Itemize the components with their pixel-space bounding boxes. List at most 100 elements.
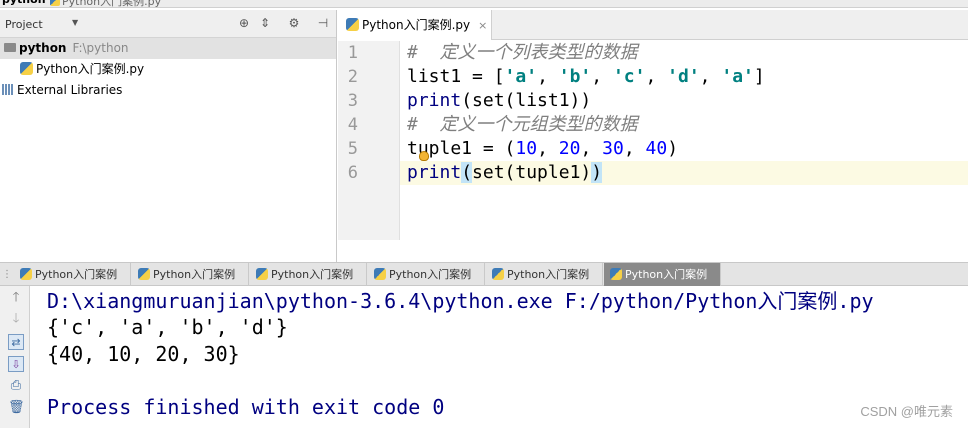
tree-item-label: python [19,41,67,55]
project-panel-header: Project ▼ ⊕ ⇕ ⚙ ⊣ [0,10,336,38]
tree-item-label: Python入门案例.py [36,62,145,76]
console-toolbar: 🡑 🡓 ⇄ ⇩ ⎙ 🗑 [0,286,30,428]
trash-icon[interactable]: 🗑 [8,400,25,416]
soft-wrap-icon[interactable]: ⇄ [8,334,24,350]
folder-icon [4,43,16,52]
python-file-icon [138,268,150,280]
number-token: 40 [645,138,668,159]
python-file-icon [50,0,60,6]
tree-item-external-libraries[interactable]: External Libraries [0,80,336,101]
drag-handle-icon[interactable]: ⋮ [0,263,12,286]
bracket-match-highlight: ( [461,162,473,183]
breadcrumb-root[interactable]: python [2,0,46,6]
run-tab-label: Python入门案例 [271,268,354,281]
chevron-down-icon[interactable]: ▼ [72,18,78,27]
line-number: 2 [347,67,358,87]
run-tab-label: Python入门案例 [153,268,236,281]
comma-token: , [591,66,613,87]
breadcrumb-file[interactable]: Python入门案例.py [62,0,161,7]
scroll-down-icon[interactable]: 🡓 [8,311,24,327]
line-number: 4 [347,115,358,135]
comma-token: , [580,138,603,159]
run-tab[interactable]: Python入门案例 [486,263,603,286]
run-tab-label: Python入门案例 [389,268,472,281]
target-icon[interactable]: ⊕ [237,16,251,30]
code-line-3: print(set(list1)) [407,89,591,113]
keyword-token: print [407,90,462,111]
run-tab-active[interactable]: Python入门案例 [604,263,721,286]
scroll-up-icon[interactable]: 🡑 [8,290,24,306]
python-file-icon [346,18,359,31]
line-number: 1 [347,43,358,63]
code-line-6: print(set(tuple1)) [407,161,603,185]
code-line-2: list1 = ['a', 'b', 'c', 'd', 'a'] [407,65,765,89]
run-tab-label: Python入门案例 [625,268,708,281]
run-tab[interactable]: Python入门案例 [368,263,485,286]
code-line-5: tuple1 = (10, 20, 30, 40) [407,137,678,161]
hide-panel-icon[interactable]: ⊣ [316,16,330,30]
console-output-line: {40, 10, 20, 30} [47,342,240,366]
run-tab-label: Python入门案例 [35,268,118,281]
gear-icon[interactable]: ⚙ [287,16,301,30]
run-tab-bar: ⋮ Python入门案例 Python入门案例 Python入门案例 Pytho… [0,262,968,286]
tree-item-python-file[interactable]: Python入门案例.py [0,59,336,80]
python-file-icon [374,268,386,280]
collapse-all-icon[interactable]: ⇕ [258,16,272,30]
tree-item-python-folder[interactable]: python F:\python [0,38,336,59]
number-token: 30 [602,138,624,159]
keyword-token: print [407,162,462,183]
number-token: 20 [558,138,581,159]
console-exit-line: Process finished with exit code 0 [47,395,445,419]
string-token: 'c' [612,66,646,87]
print-icon[interactable]: ⎙ [8,378,24,394]
run-tab-label: Python入门案例 [507,268,590,281]
line-number: 3 [347,91,358,111]
tree-item-path: F:\python [72,41,129,55]
code-token: ) [667,138,679,159]
comma-token: , [645,66,668,87]
console-output[interactable]: D:\xiangmuruanjian\python-3.6.4\python.e… [31,286,968,428]
project-panel: Project ▼ ⊕ ⇕ ⚙ ⊣ python F:\python Python… [0,10,337,262]
scroll-to-end-icon[interactable]: ⇩ [8,356,24,372]
code-line-1: # 定义一个列表类型的数据 [407,42,638,63]
code-token: set(tuple1) [472,162,592,183]
project-view-selector[interactable]: Project [5,18,43,31]
editor-tab[interactable]: Python入门案例.py × [338,10,492,40]
navigation-breadcrumb: python Python入门案例.py [0,0,968,8]
python-file-icon [20,62,33,75]
code-token: list1 = [ [407,66,505,87]
comma-token: , [537,66,559,87]
python-file-icon [20,268,32,280]
console-command-line: D:\xiangmuruanjian\python-3.6.4\python.e… [47,289,874,313]
console-output-line: {'c', 'a', 'b', 'd'} [47,315,288,339]
code-editor: Python入门案例.py × 1 2 3 4 5 6 # 定义一个列表类型的数据… [338,10,968,262]
run-tab[interactable]: Python入门案例 [14,263,131,286]
editor-tab-label: Python入门案例.py [362,18,471,32]
line-number: 6 [347,163,358,183]
string-token: 'a' [721,66,754,87]
code-token: ] [753,66,765,87]
string-token: 'd' [667,66,700,87]
string-token: 'a' [504,66,538,87]
line-number: 5 [347,139,358,159]
lightbulb-icon[interactable] [419,151,429,161]
string-token: 'b' [558,66,592,87]
run-tab[interactable]: Python入门案例 [250,263,367,286]
python-file-icon [492,268,504,280]
code-text-area[interactable]: # 定义一个列表类型的数据 list1 = ['a', 'b', 'c', 'd… [400,41,968,240]
python-file-icon [610,268,622,280]
watermark: CSDN @唯元素 [860,404,953,419]
comma-token: , [537,138,559,159]
comma-token: , [699,66,722,87]
run-tab[interactable]: Python入门案例 [132,263,249,286]
bracket-match-highlight: ) [591,162,603,183]
close-icon[interactable]: × [478,19,487,32]
code-token: (set(list1)) [461,90,592,111]
editor-tab-bar: Python入门案例.py × [338,10,968,40]
number-token: 10 [515,138,538,159]
comma-token: , [623,138,646,159]
python-file-icon [256,268,268,280]
line-number-gutter: 1 2 3 4 5 6 [338,41,400,240]
library-icon [2,84,14,95]
tree-item-label: External Libraries [17,83,123,97]
